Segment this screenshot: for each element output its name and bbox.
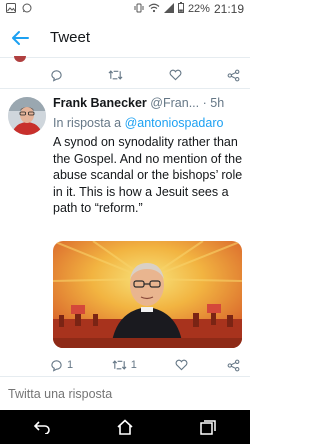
retweet-button[interactable]: 1 (112, 359, 137, 371)
arrow-left-icon (12, 31, 29, 45)
whatsapp-icon (22, 3, 32, 16)
author-line: Frank Banecker @Fran... · 5h (53, 96, 245, 110)
page-title: Tweet (50, 29, 91, 46)
back-button[interactable] (8, 26, 32, 50)
reply-icon (51, 359, 62, 372)
retweet-count: 1 (130, 359, 137, 371)
tweet-age: 5h (210, 96, 225, 110)
previous-share-button[interactable] (227, 69, 240, 82)
previous-tweet-actions (50, 66, 240, 84)
battery-percent: 22% (187, 3, 210, 15)
previous-retweet-button[interactable] (108, 69, 123, 81)
author-handle[interactable]: @Fran... (150, 96, 199, 110)
retweet-icon (112, 360, 127, 370)
reply-context: In risposta a @antoniospadaro (53, 116, 223, 130)
reply-count: 1 (67, 359, 74, 371)
like-button[interactable] (175, 359, 188, 371)
author-name[interactable]: Frank Banecker (53, 96, 147, 110)
wifi-icon (148, 3, 160, 16)
status-bar: 22% 21:19 (0, 0, 250, 18)
back-arrow-icon (33, 421, 50, 434)
previous-reply-button[interactable] (50, 69, 63, 82)
tweet-divider (0, 88, 250, 89)
reply-to-mention[interactable]: @antoniospadaro (125, 116, 224, 130)
tweet-media[interactable] (53, 241, 242, 348)
system-nav-bar (0, 410, 250, 444)
reply-icon (51, 69, 62, 82)
signal-icon (163, 2, 174, 16)
recents-icon (200, 419, 217, 435)
reply-input[interactable] (8, 385, 238, 403)
home-icon (117, 419, 133, 435)
clock: 21:19 (213, 2, 244, 16)
profile-photo (8, 97, 46, 135)
heart-icon (175, 359, 188, 371)
share-icon (227, 69, 240, 81)
reply-button[interactable]: 1 (50, 359, 73, 372)
nav-home-button[interactable] (110, 414, 140, 440)
nav-back-button[interactable] (27, 414, 57, 440)
retweet-icon (108, 70, 123, 80)
reply-prefix: In risposta a (53, 116, 122, 130)
tweet-text: A synod on synodality rather than the Go… (53, 135, 243, 215)
previous-like-button[interactable] (169, 69, 182, 81)
vibrate-icon (134, 3, 144, 16)
age-separator: · (202, 96, 207, 110)
share-button[interactable] (227, 359, 240, 372)
nav-recents-button[interactable] (193, 414, 223, 440)
avatar[interactable] (8, 97, 46, 135)
heart-icon (169, 69, 182, 81)
battery-icon (177, 2, 184, 16)
reply-bar (0, 376, 250, 410)
tweet-actions: 1 1 (50, 356, 240, 374)
share-icon (227, 359, 240, 371)
app-header: Tweet (0, 18, 250, 58)
illustrated-priest-image (53, 241, 242, 348)
previous-tweet-avatar (14, 56, 26, 62)
image-icon (6, 3, 16, 16)
